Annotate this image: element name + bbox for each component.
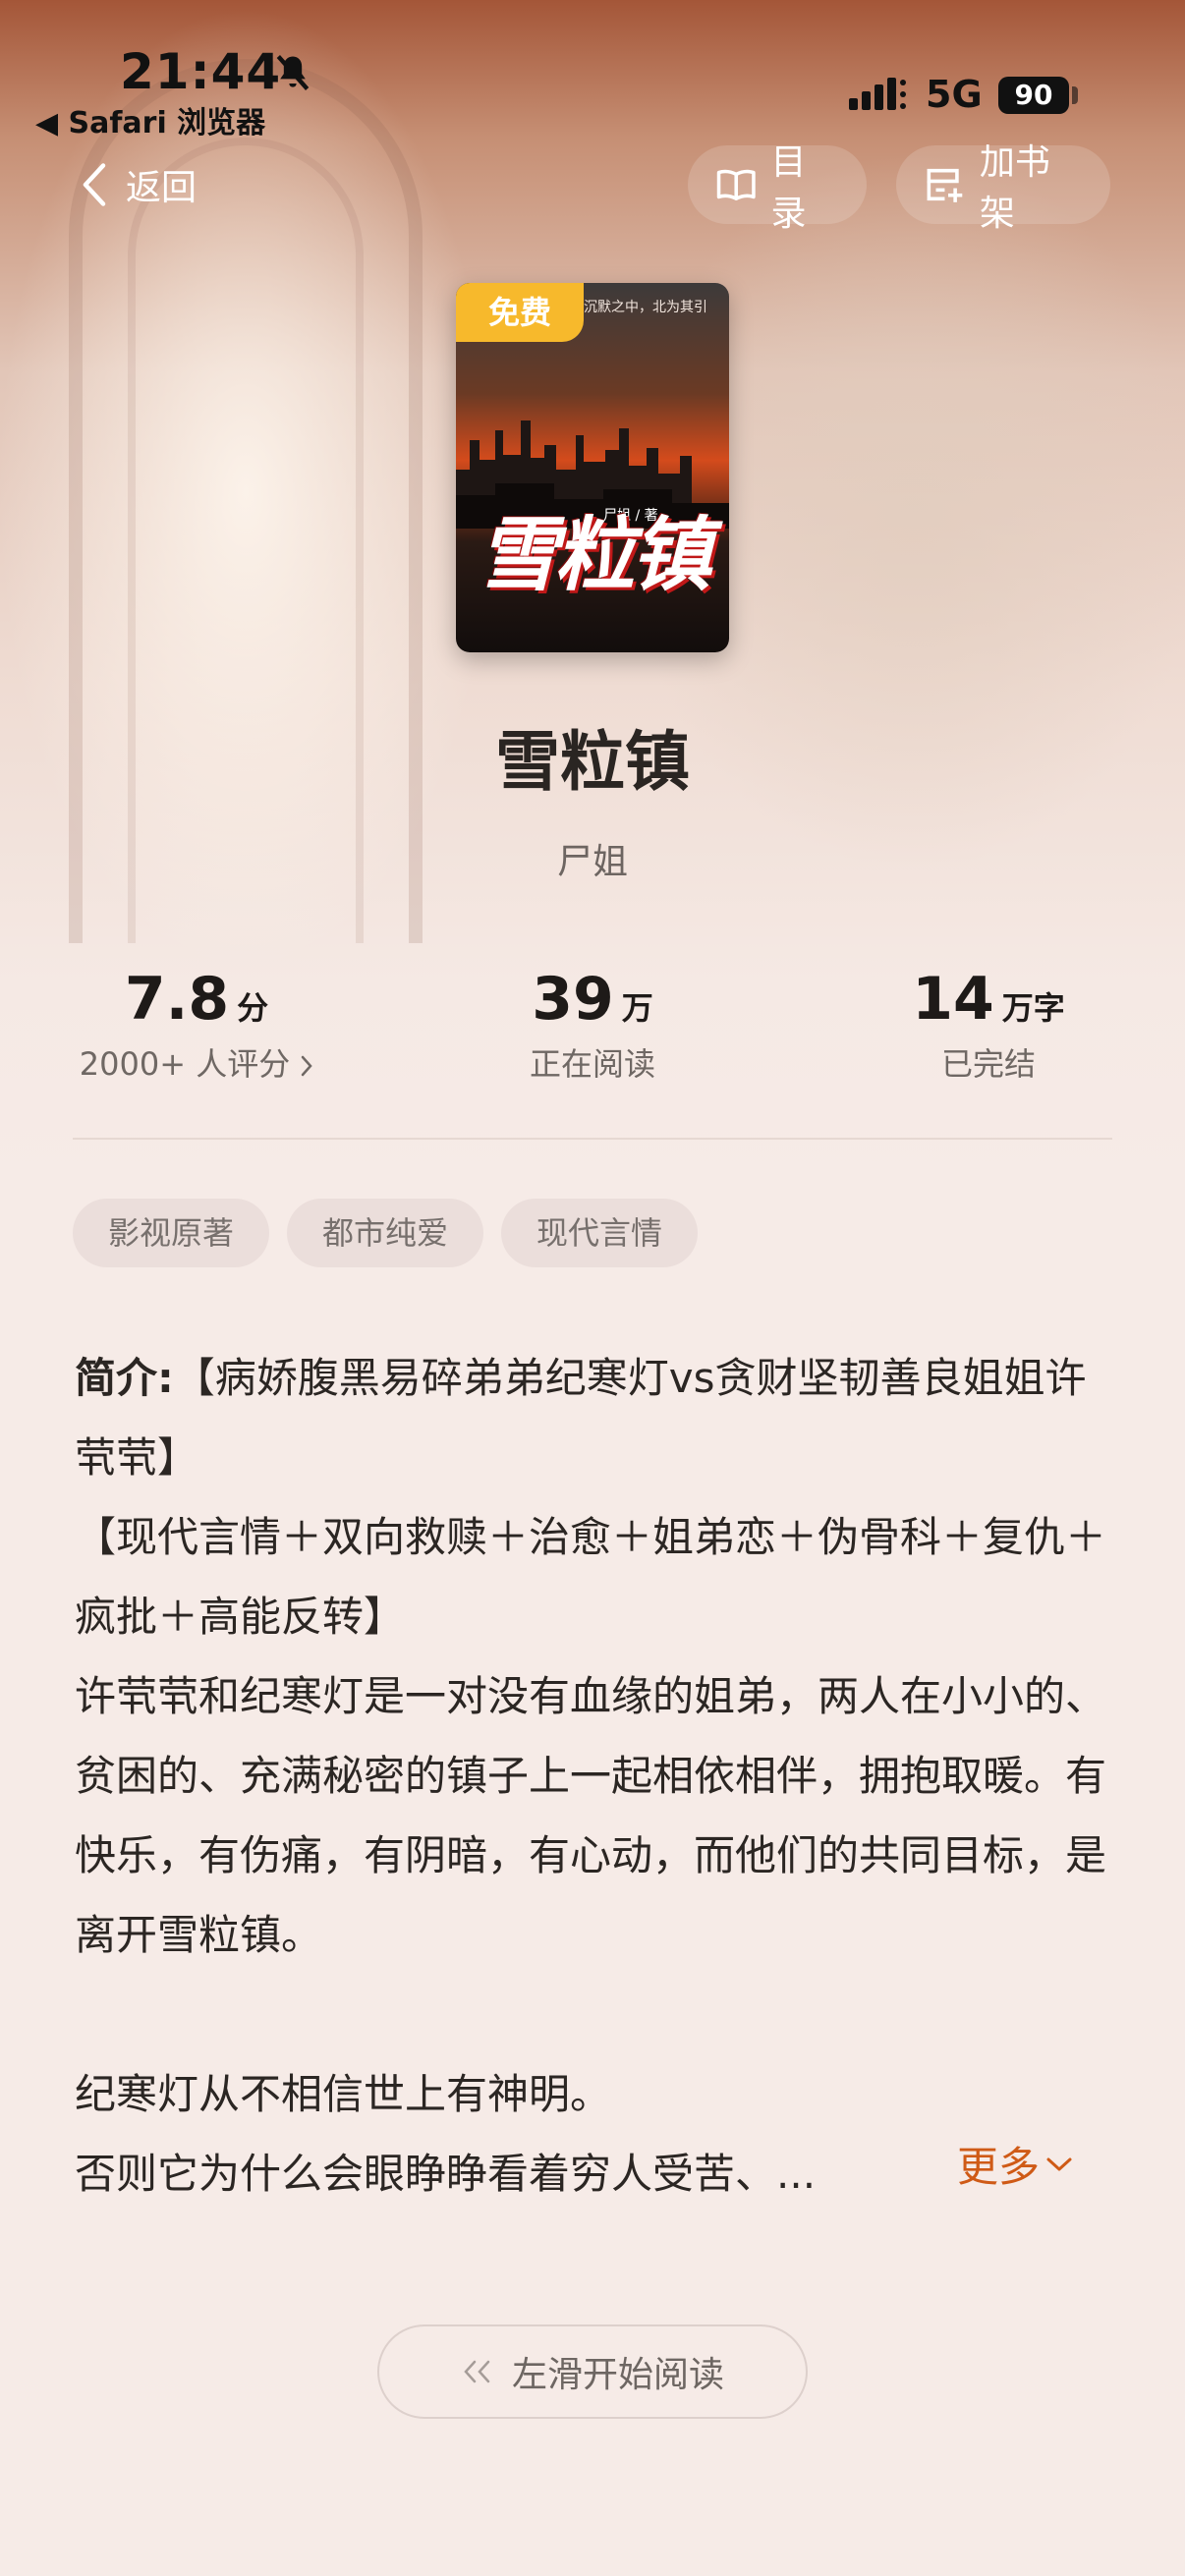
wordcount-value: 14 [912, 965, 994, 1034]
synopsis-paragraph: 许茕茕和纪寒灯是一对没有血缘的姐弟，两人在小小的、贫困的、充满秘密的镇子上一起相… [75, 1672, 1107, 1959]
tag-chip[interactable]: 影视原著 [73, 1199, 270, 1267]
toc-label: 目录 [770, 142, 807, 234]
back-to-safari-link[interactable]: ◀ Safari 浏览器 [35, 98, 265, 141]
tag-chip[interactable]: 都市纯爱 [287, 1199, 484, 1267]
rating-value: 7.8 [124, 965, 230, 1034]
add-to-shelf-button[interactable]: 加书架 [896, 142, 1110, 234]
double-chevron-left-icon [464, 2360, 490, 2383]
back-label: 返回 [126, 168, 198, 208]
chevron-left-icon [83, 163, 106, 206]
open-book-icon [716, 169, 756, 200]
wordcount-stat: 14 万字 已完结 [812, 965, 1165, 1085]
status-bar: 21:44 ◀ Safari 浏览器 5G 90 [0, 0, 1185, 141]
battery-tip [1072, 86, 1078, 104]
signal-strength-icon [849, 78, 906, 110]
battery-icon: 90 [998, 77, 1069, 114]
chevron-right-icon [301, 1055, 312, 1077]
shelf-label: 加书架 [979, 142, 1050, 234]
book-title: 雪粒镇 [495, 724, 690, 800]
cover-tagline: 沉默之中，北为其引 [584, 300, 707, 315]
tag-chip[interactable]: 现代言情 [501, 1199, 699, 1267]
readers-unit: 万 [621, 989, 653, 1027]
toc-button[interactable]: 目录 [688, 142, 867, 234]
synopsis-lead: 简介: [75, 1354, 174, 1402]
synopsis-tagline: 【病娇腹黑易碎弟弟纪寒灯vs贪财坚韧善良姐姐许茕茕】 [75, 1354, 1087, 1482]
bell-muted-icon [276, 55, 310, 90]
network-type: 5G [926, 73, 983, 116]
synopsis-line: 简介:【病娇腹黑易碎弟弟纪寒灯vs贪财坚韧善良姐姐许茕茕】 [75, 1338, 1116, 1497]
start-reading-button[interactable]: 左滑开始阅读 [377, 2324, 808, 2419]
expand-synopsis-button[interactable]: 更多 [957, 2134, 1073, 2194]
book-synopsis: 简介:【病娇腹黑易碎弟弟纪寒灯vs贪财坚韧善良姐姐许茕茕】 【现代言情＋双向救赎… [75, 1338, 1116, 2213]
free-badge: 免费 [456, 283, 584, 342]
more-label: 更多 [957, 2143, 1041, 2191]
readers-label: 正在阅读 [529, 1045, 655, 1083]
cover-title-art: 雪粒镇 [478, 508, 711, 602]
book-cover[interactable]: 沉默之中，北为其引 尸姐 / 著 雪粒镇 免费 [456, 283, 729, 652]
rating-stat[interactable]: 7.8 分 2000+ 人评分 [20, 965, 373, 1085]
add-shelf-icon [927, 168, 963, 202]
status-label: 已完结 [940, 1045, 1036, 1083]
synopsis-genres: 【现代言情＋双向救赎＋治愈＋姐弟恋＋伪骨科＋复仇＋疯批＋高能反转】 [75, 1513, 1107, 1641]
start-reading-label: 左滑开始阅读 [511, 2355, 724, 2395]
back-button[interactable]: 返回 [79, 155, 197, 214]
wordcount-unit: 万字 [1001, 989, 1065, 1027]
readers-stat: 39 万 正在阅读 [416, 965, 769, 1085]
book-author[interactable]: 尸姐 [0, 833, 1185, 884]
readers-value: 39 [532, 965, 614, 1034]
chevron-down-icon [1046, 2157, 1072, 2170]
rating-unit: 分 [237, 989, 269, 1027]
divider [73, 1138, 1112, 1140]
synopsis-paragraph-2: 纪寒灯从不相信世上有神明。 [75, 2070, 612, 2118]
window-arch-inner-decoration [128, 138, 364, 943]
status-time: 21:44 [120, 43, 282, 100]
tag-list: 影视原著 都市纯爱 现代言情 [73, 1199, 699, 1267]
rating-count: 2000+ 人评分 [79, 1045, 291, 1083]
